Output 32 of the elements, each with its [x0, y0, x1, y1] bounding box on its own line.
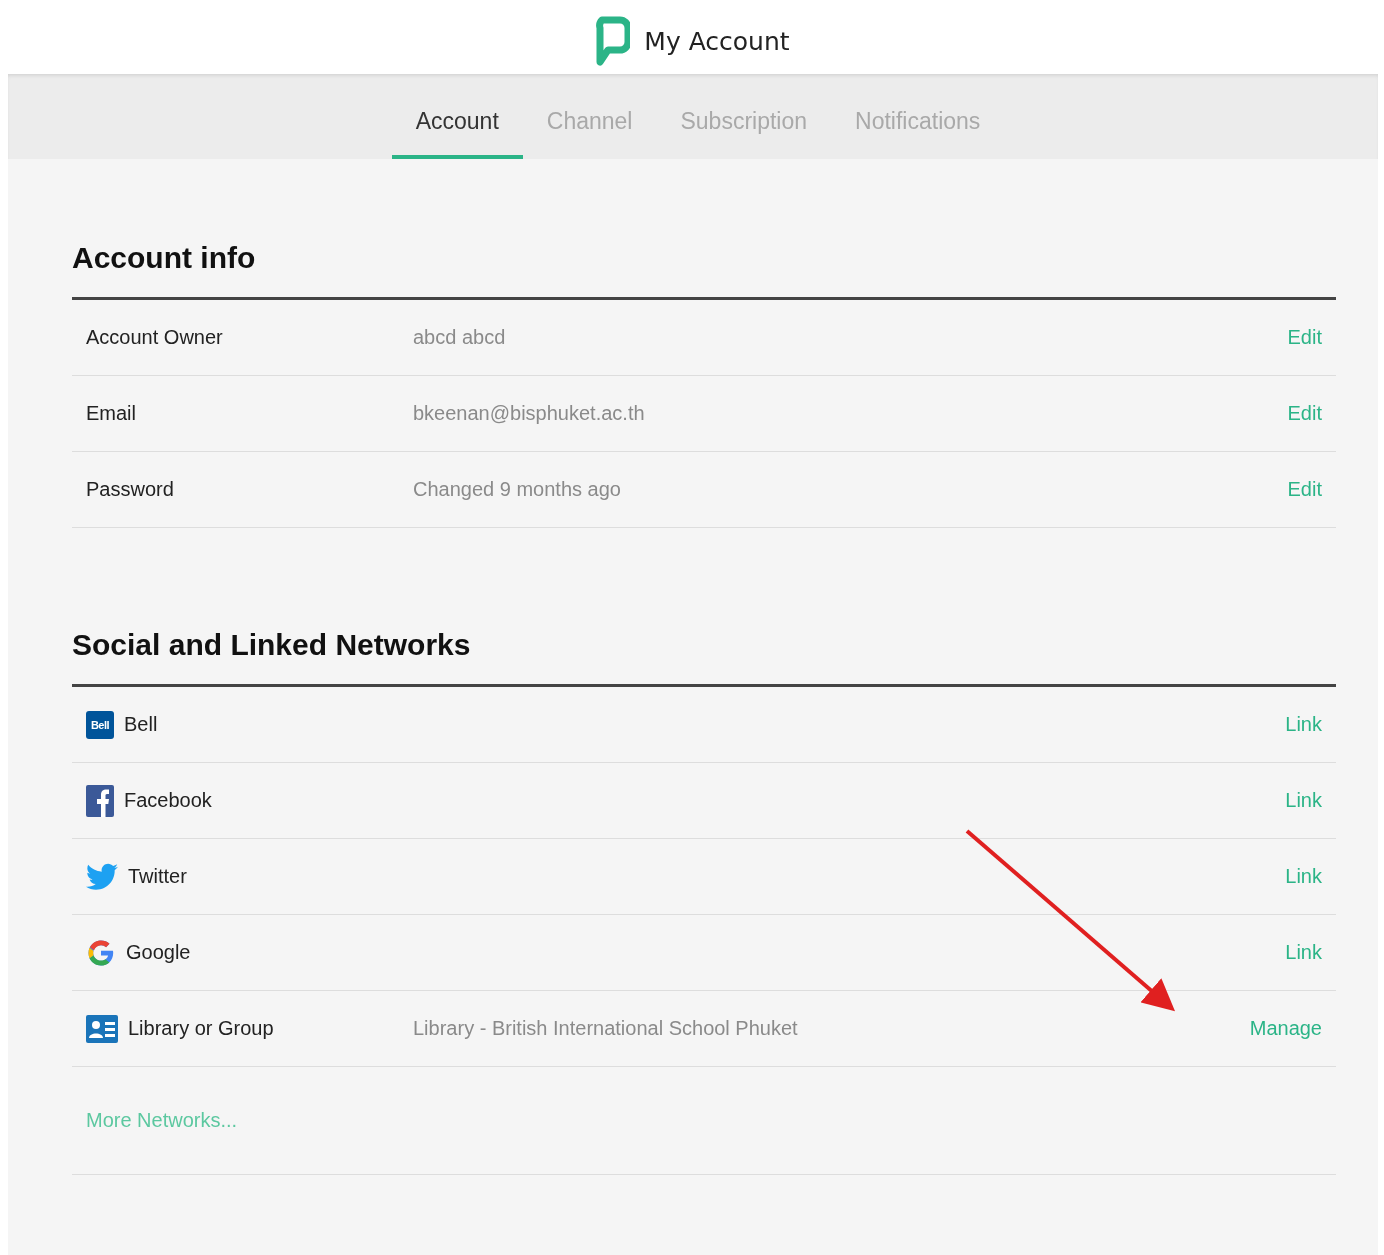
field-value: Changed 9 months ago: [413, 478, 622, 501]
edit-link[interactable]: Edit: [1287, 402, 1322, 425]
link-action[interactable]: Link: [1285, 865, 1322, 888]
link-action[interactable]: Link: [1285, 941, 1322, 964]
page-title: My Account: [644, 26, 790, 56]
more-networks-link[interactable]: More Networks...: [86, 1109, 238, 1132]
link-action[interactable]: Link: [1285, 789, 1322, 812]
tab[interactable]: Notifications: [831, 74, 1005, 159]
network-name: Facebook: [124, 789, 212, 812]
tab[interactable]: Subscription: [656, 74, 832, 159]
facebook-icon: [86, 784, 114, 817]
network-value: Library - British International School Phuket: [413, 1017, 798, 1039]
network-name: Google: [126, 941, 191, 964]
field-label: Account Owner: [86, 326, 224, 349]
network-name: Bell: [124, 713, 158, 736]
bird-icon: [86, 861, 118, 892]
id-card-icon: [86, 1014, 118, 1043]
network-name: Library or Group: [128, 1017, 274, 1040]
field-label: Password: [86, 478, 175, 501]
field-value: bkeenan@bisphuket.ac.th: [413, 402, 646, 425]
edit-link[interactable]: Edit: [1287, 326, 1322, 349]
bell-logo-icon: Bell: [86, 710, 114, 739]
logo-icon: [594, 16, 631, 66]
manage-link[interactable]: Manage: [1249, 1017, 1322, 1040]
field-label: Email: [86, 402, 137, 425]
field-value: abcd abcd: [413, 326, 507, 349]
section-heading: Social and Linked Networks: [72, 628, 472, 662]
tab[interactable]: Channel: [522, 74, 657, 159]
edit-link[interactable]: Edit: [1287, 478, 1322, 501]
section-heading: Account info: [72, 241, 257, 275]
link-action[interactable]: Link: [1285, 713, 1322, 736]
network-name: Twitter: [128, 865, 187, 888]
